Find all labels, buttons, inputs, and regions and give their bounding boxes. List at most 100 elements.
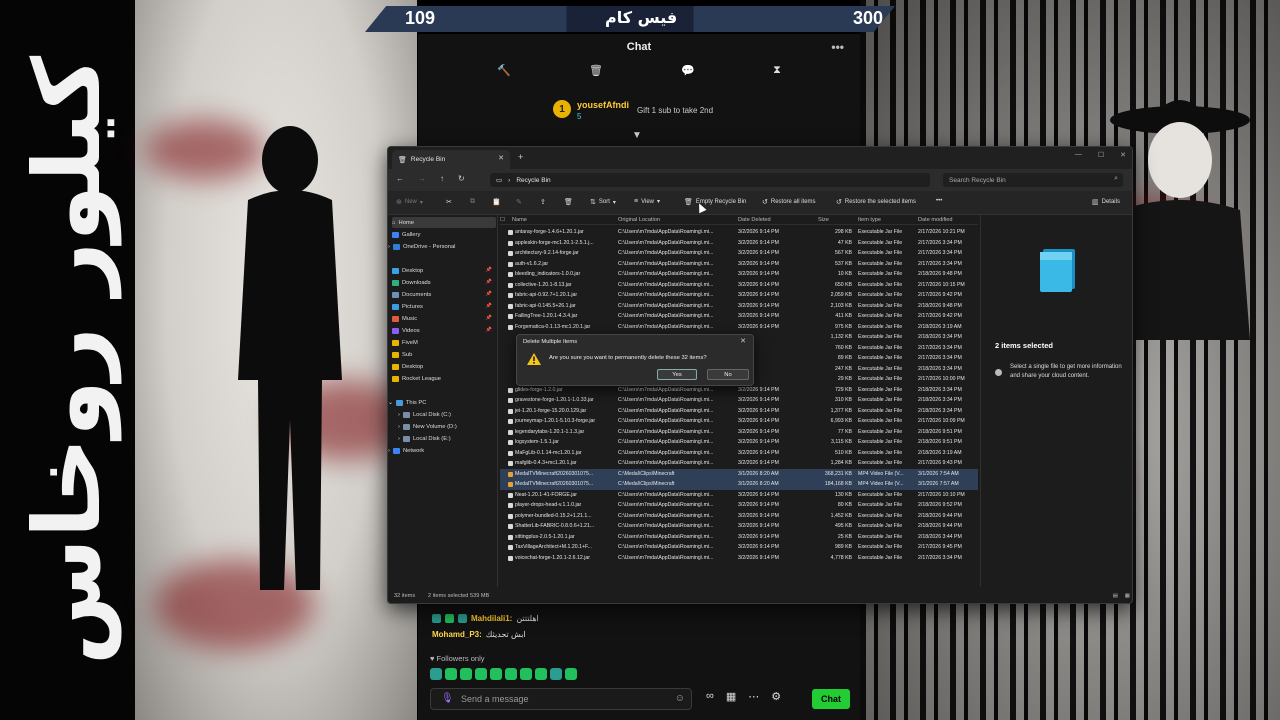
breadcrumb[interactable]: ▭ › Recycle Bin bbox=[490, 173, 930, 187]
emote-icon[interactable] bbox=[565, 668, 577, 680]
sidebar-item-disk-e[interactable]: › Local Disk (E:) bbox=[398, 433, 502, 444]
chat-username[interactable]: Mahdilali1: bbox=[471, 614, 512, 623]
maximize-icon[interactable]: ☐ bbox=[1098, 151, 1104, 159]
paste-icon[interactable]: 📋 bbox=[492, 198, 501, 206]
settings-icon[interactable]: ⚙ bbox=[771, 690, 781, 703]
file-row[interactable]: antaray-forge-1.4.6+1.20.1.jar C:\Users\m… bbox=[500, 227, 978, 238]
chat-bubble-icon[interactable]: 💬 bbox=[681, 64, 695, 86]
chat-username[interactable]: Mohamd_P3: bbox=[432, 630, 482, 639]
file-row[interactable]: glides-forge-1.2.0.jar C:\Users\m7mda\App… bbox=[500, 385, 978, 396]
tiles-view-icon[interactable]: ▦ bbox=[1125, 593, 1130, 599]
hourglass-icon[interactable]: ⧗ bbox=[773, 64, 781, 86]
sidebar-item-videos[interactable]: Videos 📌 bbox=[392, 325, 496, 336]
more-options-icon[interactable]: ••• bbox=[936, 198, 942, 204]
sidebar-item-network[interactable]: › Network bbox=[388, 445, 492, 456]
file-row[interactable]: collective-1.20.1-8.13.jar C:\Users\m7mda… bbox=[500, 280, 978, 291]
emote-icon[interactable] bbox=[475, 668, 487, 680]
file-row[interactable]: voicechat-forge-1.20.1-2.6.12.jar C:\User… bbox=[500, 553, 978, 564]
column-date-deleted[interactable]: Date Deleted bbox=[738, 217, 771, 223]
link-icon[interactable]: ∞ bbox=[706, 690, 714, 703]
emote-icon[interactable] bbox=[445, 668, 457, 680]
emoji-icon[interactable]: ☺ bbox=[675, 693, 685, 704]
share-icon[interactable]: ⇪ bbox=[540, 198, 546, 206]
file-row[interactable]: ShatterLib-FABRIC-0.8.0.6+1.21... C:\User… bbox=[500, 521, 978, 532]
refresh-icon[interactable]: ↻ bbox=[458, 174, 465, 183]
new-button[interactable]: ⊕ New ▾ bbox=[396, 198, 423, 206]
close-window-icon[interactable]: ✕ bbox=[1120, 151, 1126, 159]
sidebar-item-home[interactable]: ⌂ Home bbox=[392, 217, 496, 228]
file-row[interactable]: sittingplus-2.0.5-1.20.1.jar C:\Users\m7m… bbox=[500, 532, 978, 543]
file-row[interactable]: jei-1.20.1-forge-15.20.0.129.jar C:\Users… bbox=[500, 406, 978, 417]
emote-icon[interactable] bbox=[520, 668, 532, 680]
details-view-icon[interactable]: ▤ bbox=[1113, 593, 1118, 599]
column-item-type[interactable]: Item type bbox=[858, 217, 881, 223]
column-name[interactable]: Name bbox=[512, 217, 527, 223]
sidebar-item-onedrive[interactable]: › OneDrive - Personal bbox=[388, 241, 492, 252]
sidebar-item-pictures[interactable]: Pictures 📌 bbox=[392, 301, 496, 312]
rename-icon[interactable]: ✎ bbox=[516, 198, 522, 206]
file-row[interactable]: fabric-api-0.92.7+1.20.1.jar C:\Users\m7m… bbox=[500, 290, 978, 301]
search-input[interactable]: Search Recycle Bin ⌕ bbox=[943, 173, 1123, 187]
empty-recycle-bin-button[interactable]: 🗑 Empty Recycle Bin bbox=[684, 198, 746, 206]
sidebar-item-gallery[interactable]: Gallery bbox=[392, 229, 496, 240]
sidebar-item-sub[interactable]: Sub bbox=[392, 349, 496, 360]
file-row[interactable]: MaFgLib-0.1.14-mc1.20.1.jar C:\Users\m7md… bbox=[500, 448, 978, 459]
emote-icon[interactable] bbox=[430, 668, 442, 680]
minimize-icon[interactable]: — bbox=[1075, 151, 1082, 159]
file-row[interactable]: MedalTVMinecraft20260301075... C:\Medal\C… bbox=[500, 479, 978, 490]
dialog-close-icon[interactable]: ✕ bbox=[740, 337, 746, 345]
file-row[interactable]: bleeding_indicators-1.0.0.jar C:\Users\m7… bbox=[500, 269, 978, 280]
emote-icon[interactable] bbox=[460, 668, 472, 680]
file-row[interactable]: legendarytabs-1.20.1-1.1.3.jar C:\Users\m… bbox=[500, 427, 978, 438]
delete-icon[interactable]: 🗑 bbox=[564, 198, 573, 206]
up-icon[interactable]: ↑ bbox=[440, 174, 444, 183]
file-row[interactable]: appleskin-forge-mc1.20.1-2.5.1.j... C:\Us… bbox=[500, 238, 978, 249]
file-row[interactable]: Forgematica-0.1.13-mc1.20.1.jar C:\Users\… bbox=[500, 322, 978, 333]
store-icon[interactable]: ▦ bbox=[726, 690, 736, 703]
collapse-icon[interactable]: ▼ bbox=[632, 130, 642, 141]
more-icon[interactable]: ••• bbox=[831, 40, 844, 54]
file-row[interactable]: TaxVillageArchitect+M.1.20.1+F... C:\User… bbox=[500, 542, 978, 553]
mic-icon[interactable]: 🎙 bbox=[441, 693, 454, 704]
close-tab-icon[interactable]: ✕ bbox=[498, 154, 504, 162]
forward-icon[interactable]: → bbox=[418, 174, 426, 183]
file-row[interactable]: logsystem-1.5.1.jar C:\Users\m7mda\AppDat… bbox=[500, 437, 978, 448]
file-row[interactable]: polymer-bundled-0.15.2+1.21.1... C:\Users… bbox=[500, 511, 978, 522]
file-row[interactable]: fabric-api-0.145.5+26.1.jar C:\Users\m7md… bbox=[500, 301, 978, 312]
select-all-checkbox[interactable]: ☐ bbox=[500, 217, 505, 223]
sidebar-item-disk-c[interactable]: › Local Disk (C:) bbox=[398, 409, 502, 420]
sidebar-item-downloads[interactable]: Downloads 📌 bbox=[392, 277, 496, 288]
file-row[interactable]: architectury-9.2.14-forge.jar C:\Users\m7… bbox=[500, 248, 978, 259]
file-row[interactable]: gravestone-forge-1.20.1-1.0.33.jar C:\Use… bbox=[500, 395, 978, 406]
tab-recycle-bin[interactable]: 🗑 Recycle Bin ✕ bbox=[392, 150, 510, 169]
file-row[interactable]: mafglib-0.4.3+mc1.20.1.jar C:\Users\m7mda… bbox=[500, 458, 978, 469]
sidebar-item-desktop[interactable]: Desktop 📌 bbox=[392, 265, 496, 276]
chat-input[interactable]: 🎙 Send a message ☺ bbox=[430, 688, 692, 710]
sidebar-item-this-pc[interactable]: ⌄ This PC bbox=[388, 397, 492, 408]
yes-button[interactable]: Yes bbox=[657, 369, 697, 380]
sidebar-item-desktop-folder[interactable]: Desktop bbox=[392, 361, 496, 372]
file-row[interactable]: MedalTVMinecraft20260301075... C:\Medal\C… bbox=[500, 468, 978, 479]
sidebar-item-rocket-league[interactable]: Rocket League bbox=[392, 373, 496, 384]
new-tab-icon[interactable]: + bbox=[518, 152, 523, 162]
file-row[interactable]: FallingTree-1.20.1-4.3.4.jar C:\Users\m7m… bbox=[500, 311, 978, 322]
sidebar-item-documents[interactable]: Documents 📌 bbox=[392, 289, 496, 300]
restore-all-button[interactable]: ↺ Restore all items bbox=[762, 198, 816, 206]
chat-send-button[interactable]: Chat bbox=[812, 689, 850, 709]
sort-button[interactable]: ⇅ Sort ▾ bbox=[590, 198, 616, 206]
file-row[interactable]: Neat-1.20.1-41-FORGE.jar C:\Users\m7mda\A… bbox=[500, 490, 978, 501]
emote-icon[interactable] bbox=[535, 668, 547, 680]
sidebar-item-disk-d[interactable]: › New Volume (D:) bbox=[398, 421, 502, 432]
pinned-gifter[interactable]: 1 yousefAfndi 5 Gift 1 sub to take 2nd bbox=[553, 98, 753, 128]
view-button[interactable]: ≡ View ▾ bbox=[634, 198, 660, 205]
hammer-icon[interactable]: 🔨 bbox=[497, 64, 511, 86]
file-row[interactable]: player-drops-head-v.1.1.0.jar C:\Users\m7… bbox=[500, 500, 978, 511]
emote-icon[interactable] bbox=[505, 668, 517, 680]
emote-icon[interactable] bbox=[490, 668, 502, 680]
trash-icon[interactable]: 🗑 bbox=[589, 64, 603, 86]
column-date-modified[interactable]: Date modified bbox=[918, 217, 953, 223]
no-button[interactable]: No bbox=[707, 369, 749, 380]
file-row[interactable]: auth-v1.6.2.jar C:\Users\m7mda\AppData\Ro… bbox=[500, 259, 978, 270]
column-original-location[interactable]: Original Location bbox=[618, 217, 660, 223]
file-row[interactable]: journeymap-1.20.1-5.10.3-forge.jar C:\Use… bbox=[500, 416, 978, 427]
